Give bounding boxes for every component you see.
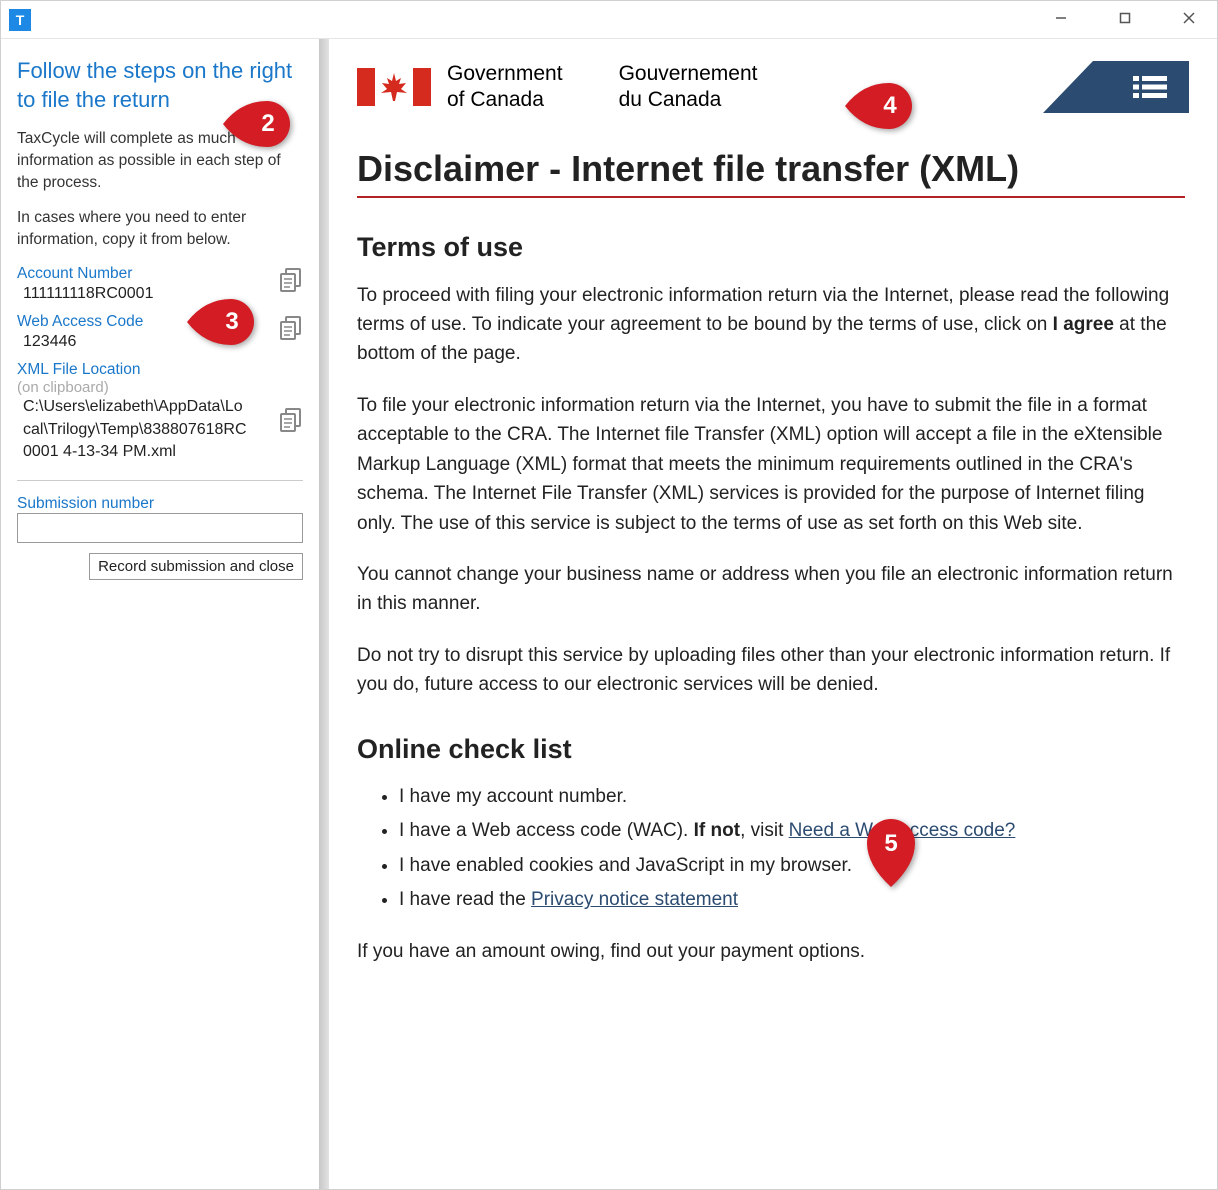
account-number-value: 111111118RC0001 xyxy=(17,283,303,305)
terms-p1: To proceed with filing your electronic i… xyxy=(357,281,1185,369)
account-number-label: Account Number xyxy=(17,265,303,283)
embedded-browser: Governmentof Canada Gouvernementdu Canad… xyxy=(329,39,1217,1189)
gov-text-en: Governmentof Canada xyxy=(447,61,563,114)
sidebar-heading: Follow the steps on the right to file th… xyxy=(17,57,303,114)
sidebar-p2: In cases where you need to enter informa… xyxy=(17,207,303,250)
wac-value: 123446 xyxy=(17,331,303,353)
title-underline xyxy=(357,196,1185,198)
copy-account-icon[interactable] xyxy=(279,267,303,293)
xml-hint: (on clipboard) xyxy=(17,379,303,396)
record-submission-button[interactable]: Record submission and close xyxy=(89,553,303,580)
checklist-heading: Online check list xyxy=(357,734,1185,765)
payment-note: If you have an amount owing, find out yo… xyxy=(357,937,1185,966)
xml-location-value: C:\Users\elizabeth\AppData\Local\Trilogy… xyxy=(17,396,247,463)
maximize-button[interactable] xyxy=(1105,12,1145,27)
close-button[interactable] xyxy=(1169,12,1209,27)
check-item-1: I have my account number. xyxy=(399,783,1185,812)
gov-text-fr: Gouvernementdu Canada xyxy=(619,61,758,114)
copy-wac-icon[interactable] xyxy=(279,315,303,341)
pane-divider[interactable] xyxy=(319,39,329,1189)
wac-label: Web Access Code xyxy=(17,313,303,331)
submission-number-input[interactable] xyxy=(17,513,303,543)
page-content[interactable]: Governmentof Canada Gouvernementdu Canad… xyxy=(329,39,1217,1189)
terms-p4: Do not try to disrupt this service by up… xyxy=(357,641,1185,700)
terms-heading: Terms of use xyxy=(357,232,1185,263)
sidebar-p1: TaxCycle will complete as much informati… xyxy=(17,128,303,193)
checklist: I have my account number. I have a Web a… xyxy=(357,783,1185,915)
hamburger-icon xyxy=(1133,74,1167,100)
check-item-2: I have a Web access code (WAC). If not, … xyxy=(399,817,1185,846)
copy-xml-icon[interactable] xyxy=(279,407,303,433)
instruction-sidebar: Follow the steps on the right to file th… xyxy=(1,39,319,1189)
wac-link[interactable]: Need a Web access code? xyxy=(789,820,1016,841)
window-titlebar: T xyxy=(1,1,1217,39)
privacy-link[interactable]: Privacy notice statement xyxy=(531,889,738,910)
check-item-4: I have read the Privacy notice statement xyxy=(399,886,1185,915)
canada-flag-icon xyxy=(357,68,431,106)
submission-number-label: Submission number xyxy=(17,495,303,513)
check-item-3: I have enabled cookies and JavaScript in… xyxy=(399,852,1185,881)
xml-location-label: XML File Location xyxy=(17,361,303,379)
terms-p3: You cannot change your business name or … xyxy=(357,560,1185,619)
app-icon: T xyxy=(9,9,31,31)
window-controls xyxy=(1041,12,1209,27)
minimize-button[interactable] xyxy=(1041,12,1081,27)
terms-p2: To file your electronic information retu… xyxy=(357,391,1185,538)
page-title: Disclaimer - Internet file transfer (XML… xyxy=(357,148,1185,190)
sidebar-divider xyxy=(17,480,303,481)
